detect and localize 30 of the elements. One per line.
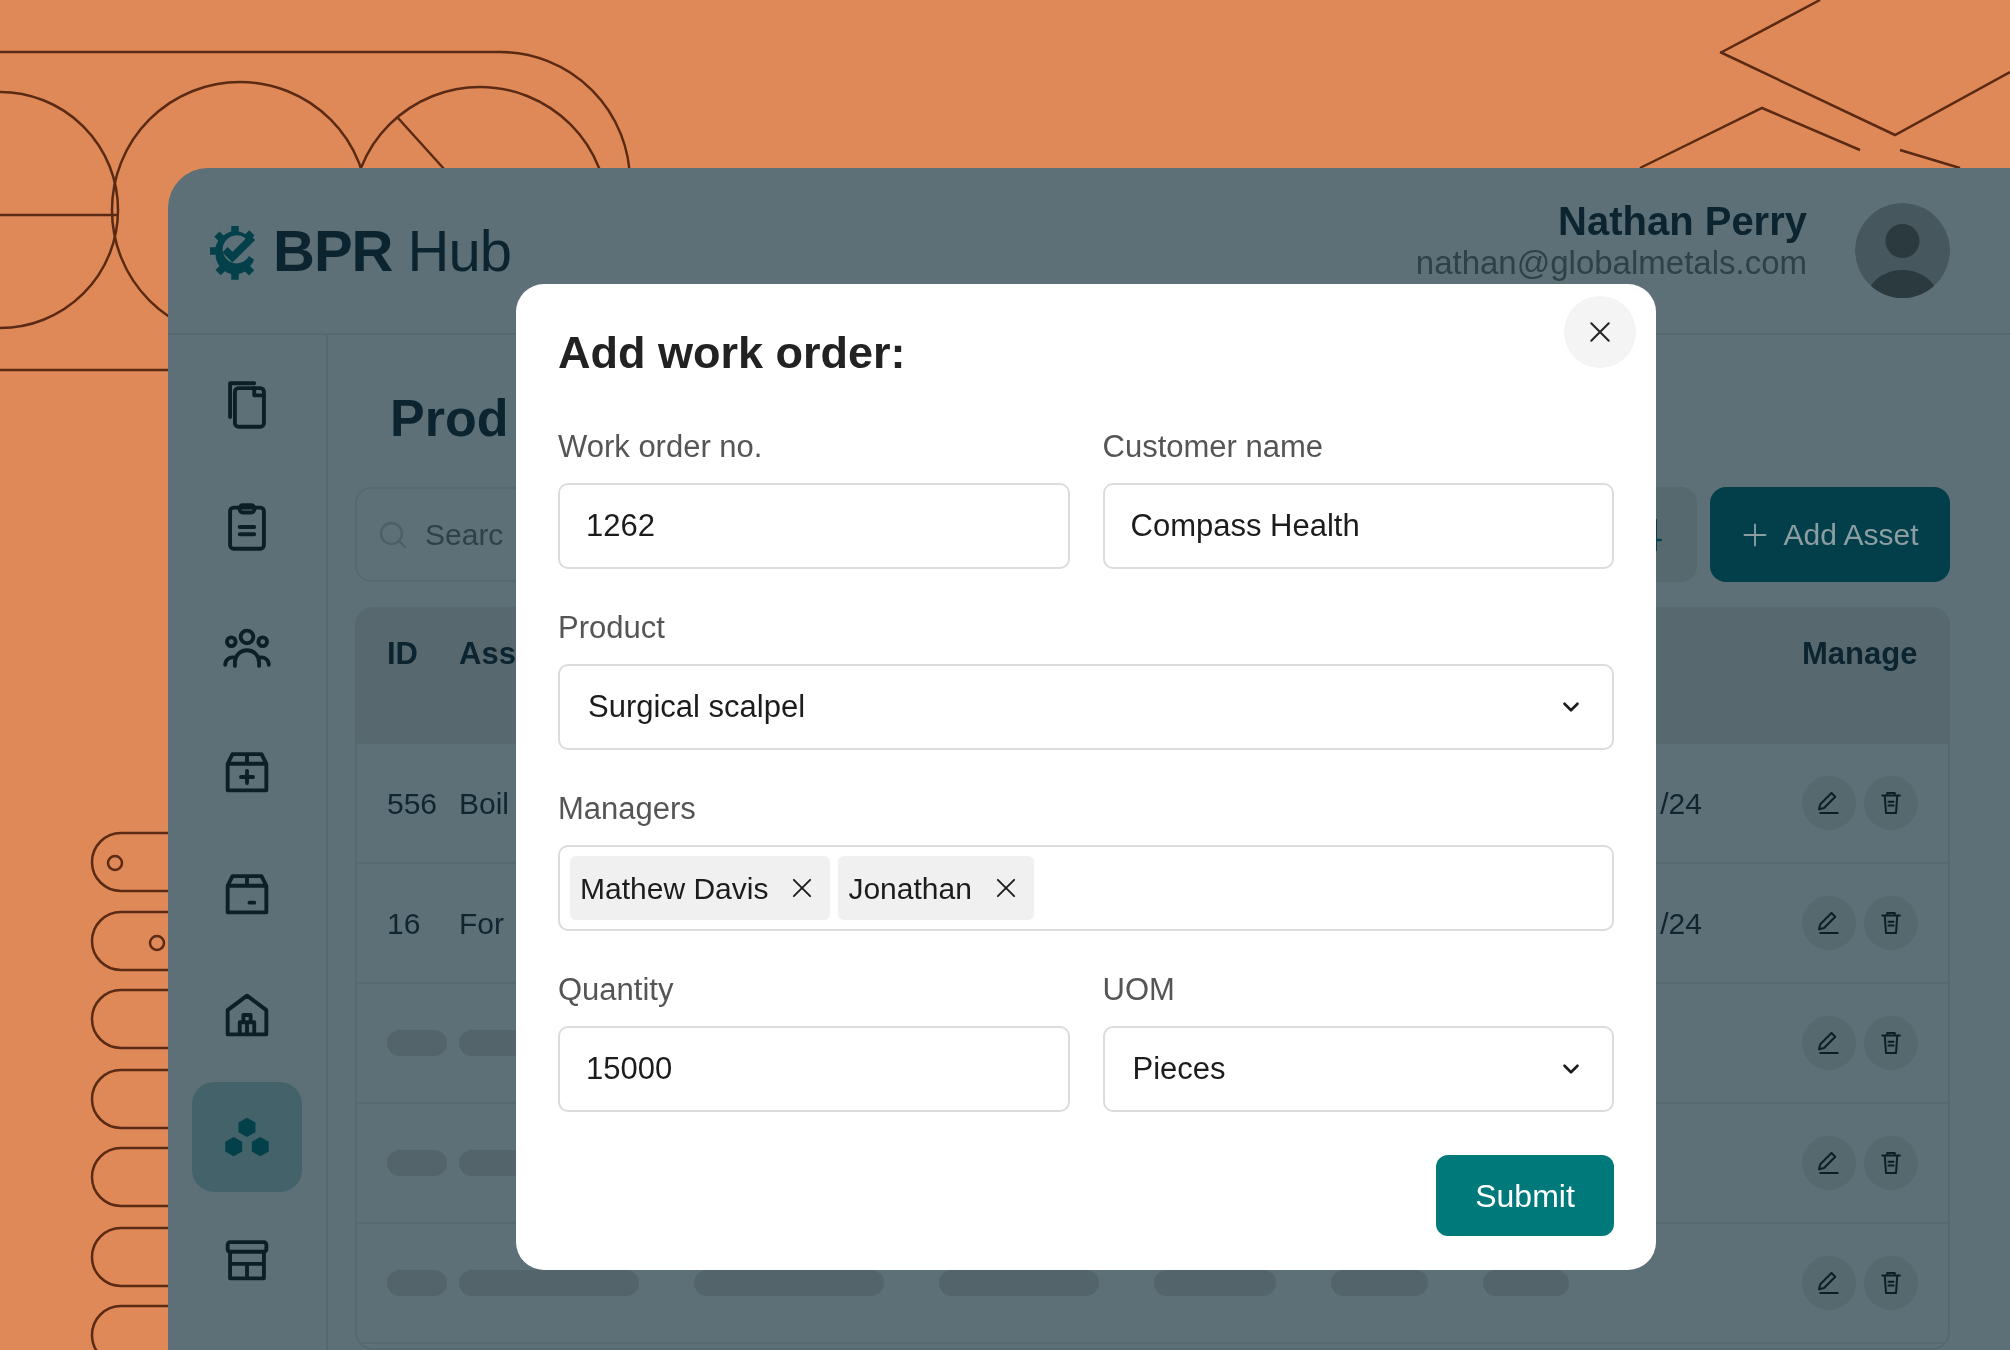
submit-button[interactable]: Submit [1436, 1155, 1614, 1237]
table-cell-text: /24 [1660, 785, 1702, 822]
field-label: Customer name [1102, 427, 1325, 465]
table-cell-text: Boil [459, 785, 510, 822]
column-header: ID [387, 635, 419, 674]
table-cell-text: 16 [387, 905, 421, 942]
select-field[interactable]: Surgical scalpel [558, 663, 1614, 750]
field-label: UOM [1102, 971, 1176, 1009]
field-label: Product [558, 608, 666, 646]
table-cell-text: /24 [1660, 905, 1702, 942]
column-header: Ass [459, 635, 517, 674]
logo-text: BPR Hub [273, 217, 511, 285]
input-field[interactable]: 15000 [558, 1026, 1070, 1113]
dialog-title: Add work order: [558, 328, 906, 378]
table-cell-text: For [459, 905, 504, 942]
sidebar-item[interactable] [192, 1082, 302, 1192]
page-title: Prod [390, 388, 509, 449]
select-field[interactable]: Pieces [1102, 1026, 1614, 1113]
add-asset-button[interactable]: Add Asset [1710, 487, 1950, 583]
tag-label: Mathew Davis [580, 870, 769, 907]
tag-input-field[interactable]: Mathew Davis Jonathan [558, 845, 1614, 932]
field-label: Managers [558, 789, 697, 828]
field-label: Quantity [558, 971, 675, 1009]
input-field[interactable]: Compass Health [1102, 482, 1614, 569]
table-cell-text: 556 [387, 785, 438, 822]
column-header: Manage [1802, 635, 1918, 674]
input-field[interactable]: 1262 [558, 482, 1070, 569]
tag-label: Jonathan [848, 870, 972, 907]
user-name: Nathan Perry [1557, 197, 1807, 244]
field-label: Work order no. [558, 427, 764, 465]
